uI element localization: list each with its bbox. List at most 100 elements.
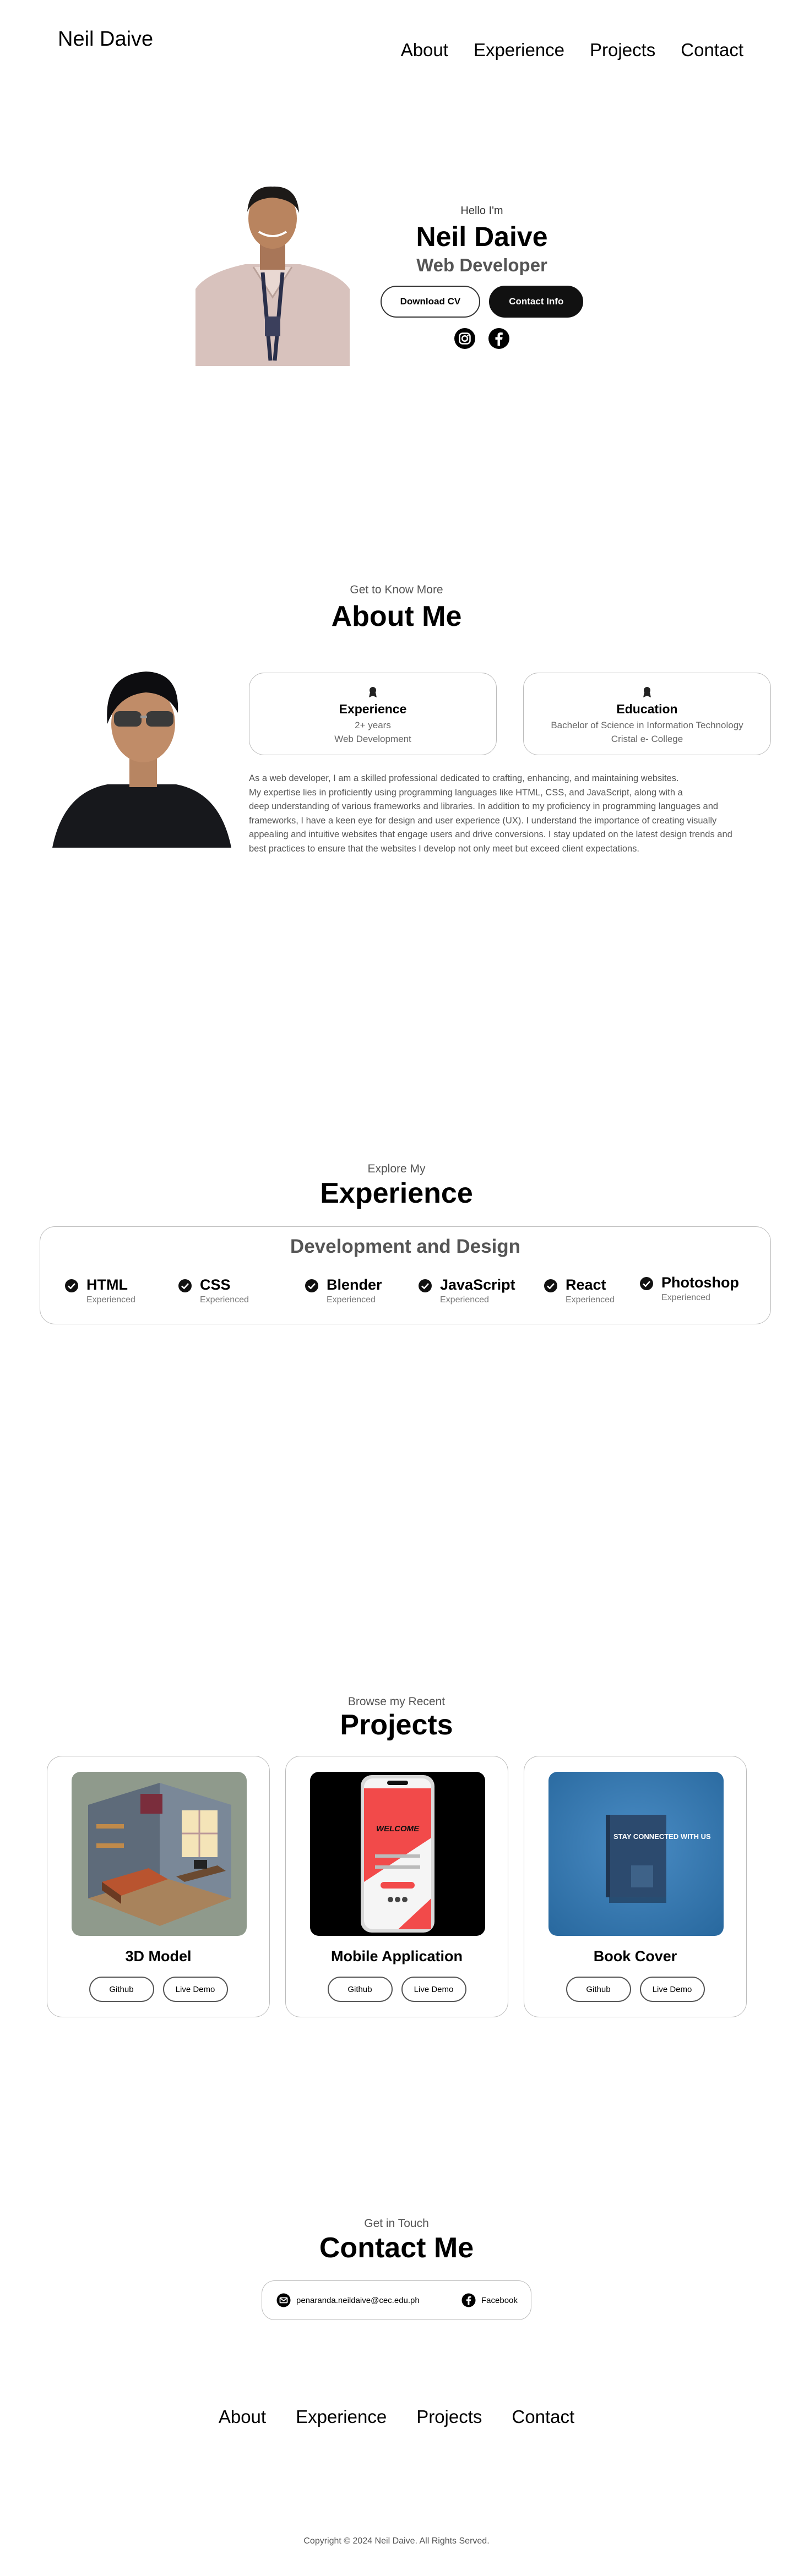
projects-subtitle: Browse my Recent [347, 1695, 446, 1708]
live-demo-button[interactable]: Live Demo [162, 1977, 228, 2002]
experience-title: Experience [320, 1177, 473, 1209]
contact-email-text[interactable]: penaranda.neildaive@cec.edu.ph [296, 2296, 420, 2305]
graduation-icon [643, 687, 651, 697]
hero-name: Neil Daive [416, 221, 548, 252]
github-button[interactable]: Github [566, 1977, 631, 2002]
project-buttons: Github Live Demo [47, 1977, 269, 2002]
contact-subtitle: Get in Touch [364, 2217, 429, 2230]
skills-list: HTML Experienced CSS Experienced Blender Ex… [64, 1274, 748, 1315]
about-profile-photo [52, 661, 231, 848]
email-icon [276, 2293, 291, 2307]
skill-item: React Experienced [544, 1276, 615, 1305]
skill-item: CSS Experienced [178, 1276, 249, 1305]
checkmark-icon [178, 1279, 192, 1292]
checkmark-icon [419, 1279, 432, 1292]
contact-title: Contact Me [319, 2232, 474, 2264]
top-nav: Neil Daive About Experience Projects Con… [0, 0, 793, 83]
project-image-3d-room [72, 1772, 247, 1936]
award-icon [369, 687, 377, 697]
live-demo-button[interactable]: Live Demo [401, 1977, 466, 2002]
skill-name: HTML [86, 1276, 128, 1293]
skills-box: Development and Design HTML Experienced C… [40, 1226, 771, 1324]
checkmark-icon [544, 1279, 557, 1292]
skills-box-title: Development and Design [290, 1236, 521, 1257]
facebook-icon[interactable] [488, 328, 510, 350]
projects-title: Projects [340, 1709, 453, 1741]
experience-card-field: Web Development [334, 733, 411, 744]
about-line: deep understanding of various frameworks… [249, 801, 719, 812]
contact-box: penaranda.neildaive@cec.edu.ph Facebook [262, 2280, 531, 2320]
hero-text: Hello I'm Neil Daive Web Developer Downl… [374, 205, 589, 350]
footer-nav: About Experience Projects Contact [0, 2406, 793, 2427]
footer-link-contact[interactable]: Contact [512, 2406, 574, 2427]
education-card-school: Cristal e- College [611, 733, 683, 744]
checkmark-icon [640, 1277, 653, 1290]
experience-card-title: Experience [339, 702, 407, 716]
skill-name: CSS [200, 1276, 231, 1293]
footer-link-experience[interactable]: Experience [296, 2406, 387, 2427]
project-card-3d-model: 3D Model Github Live Demo [47, 1756, 270, 2017]
experience-card: Experience 2+ years Web Development [249, 673, 497, 755]
skill-level: Experienced [200, 1295, 249, 1305]
skill-name: Blender [327, 1276, 382, 1293]
contact-email[interactable]: penaranda.neildaive@cec.edu.ph [276, 2293, 420, 2307]
experience-card-years: 2+ years [355, 720, 391, 730]
mobile-screen-title: WELCOME [376, 1824, 420, 1833]
skill-item: HTML Experienced [64, 1276, 135, 1305]
site-logo[interactable]: Neil Daive [58, 28, 153, 51]
project-image-mobile-app: WELCOME [310, 1772, 485, 1936]
skill-name: Photoshop [661, 1274, 739, 1291]
about-line: My expertise lies in proficiently using … [249, 787, 683, 798]
about-line: best practices to ensure that the websit… [249, 843, 640, 854]
about-description: As a web developer, I am a skilled profe… [249, 772, 756, 856]
project-title: Mobile Application [331, 1948, 463, 1964]
skill-name: JavaScript [440, 1276, 515, 1293]
experience-subtitle: Explore My [367, 1163, 426, 1175]
live-demo-button[interactable]: Live Demo [639, 1977, 705, 2002]
nav-links: About Experience Projects Contact [401, 40, 743, 61]
project-title: 3D Model [125, 1948, 192, 1964]
contact-facebook[interactable]: Facebook [461, 2293, 518, 2307]
contact-info-button[interactable]: Contact Info [489, 286, 584, 318]
footer-link-projects[interactable]: Projects [416, 2406, 482, 2427]
hero-buttons: Download CV Contact Info [374, 286, 589, 318]
skill-level: Experienced [440, 1295, 489, 1305]
download-cv-button[interactable]: Download CV [380, 286, 481, 318]
education-card: Education Bachelor of Science in Informa… [523, 673, 771, 755]
book-cover-text: STAY CONNECTED WITH US [613, 1832, 711, 1841]
nav-link-about[interactable]: About [401, 40, 448, 61]
about-line: frameworks, I have a keen eye for design… [249, 815, 717, 826]
nav-link-experience[interactable]: Experience [474, 40, 564, 61]
github-button[interactable]: Github [327, 1977, 393, 2002]
project-card-mobile-application: WELCOME Mobile Application Github Live D… [285, 1756, 508, 2017]
skill-item: Photoshop Experienced [639, 1274, 739, 1303]
education-card-degree: Bachelor of Science in Information Techn… [551, 720, 743, 730]
skill-name: React [566, 1276, 606, 1293]
checkmark-icon [305, 1279, 318, 1292]
skill-level: Experienced [661, 1293, 710, 1302]
skill-item: Blender Experienced [305, 1276, 382, 1305]
copyright-text: Copyright © 2024 Neil Daive. All Rights … [303, 2536, 490, 2546]
skill-level: Experienced [566, 1295, 615, 1305]
project-buttons: Github Live Demo [286, 1977, 508, 2002]
project-buttons: Github Live Demo [524, 1977, 746, 2002]
skill-level: Experienced [86, 1295, 135, 1305]
about-title: About Me [331, 601, 462, 632]
nav-link-contact[interactable]: Contact [681, 40, 743, 61]
nav-link-projects[interactable]: Projects [590, 40, 655, 61]
instagram-icon[interactable] [454, 328, 476, 350]
about-line: appealing and intuitive websites that en… [249, 829, 732, 840]
project-card-book-cover: STAY CONNECTED WITH US Book Cover Github… [524, 1756, 747, 2017]
contact-facebook-text[interactable]: Facebook [481, 2296, 518, 2305]
skill-item: JavaScript Experienced [418, 1276, 515, 1305]
skill-level: Experienced [327, 1295, 376, 1305]
education-card-title: Education [616, 702, 678, 716]
github-button[interactable]: Github [89, 1977, 154, 2002]
checkmark-icon [65, 1279, 78, 1292]
hero-profile-photo [195, 179, 350, 366]
project-image-book-cover: STAY CONNECTED WITH US [548, 1772, 724, 1936]
footer-link-about[interactable]: About [219, 2406, 266, 2427]
about-subtitle: Get to Know More [350, 583, 443, 596]
about-line: As a web developer, I am a skilled profe… [249, 773, 679, 783]
facebook-icon [461, 2293, 476, 2307]
